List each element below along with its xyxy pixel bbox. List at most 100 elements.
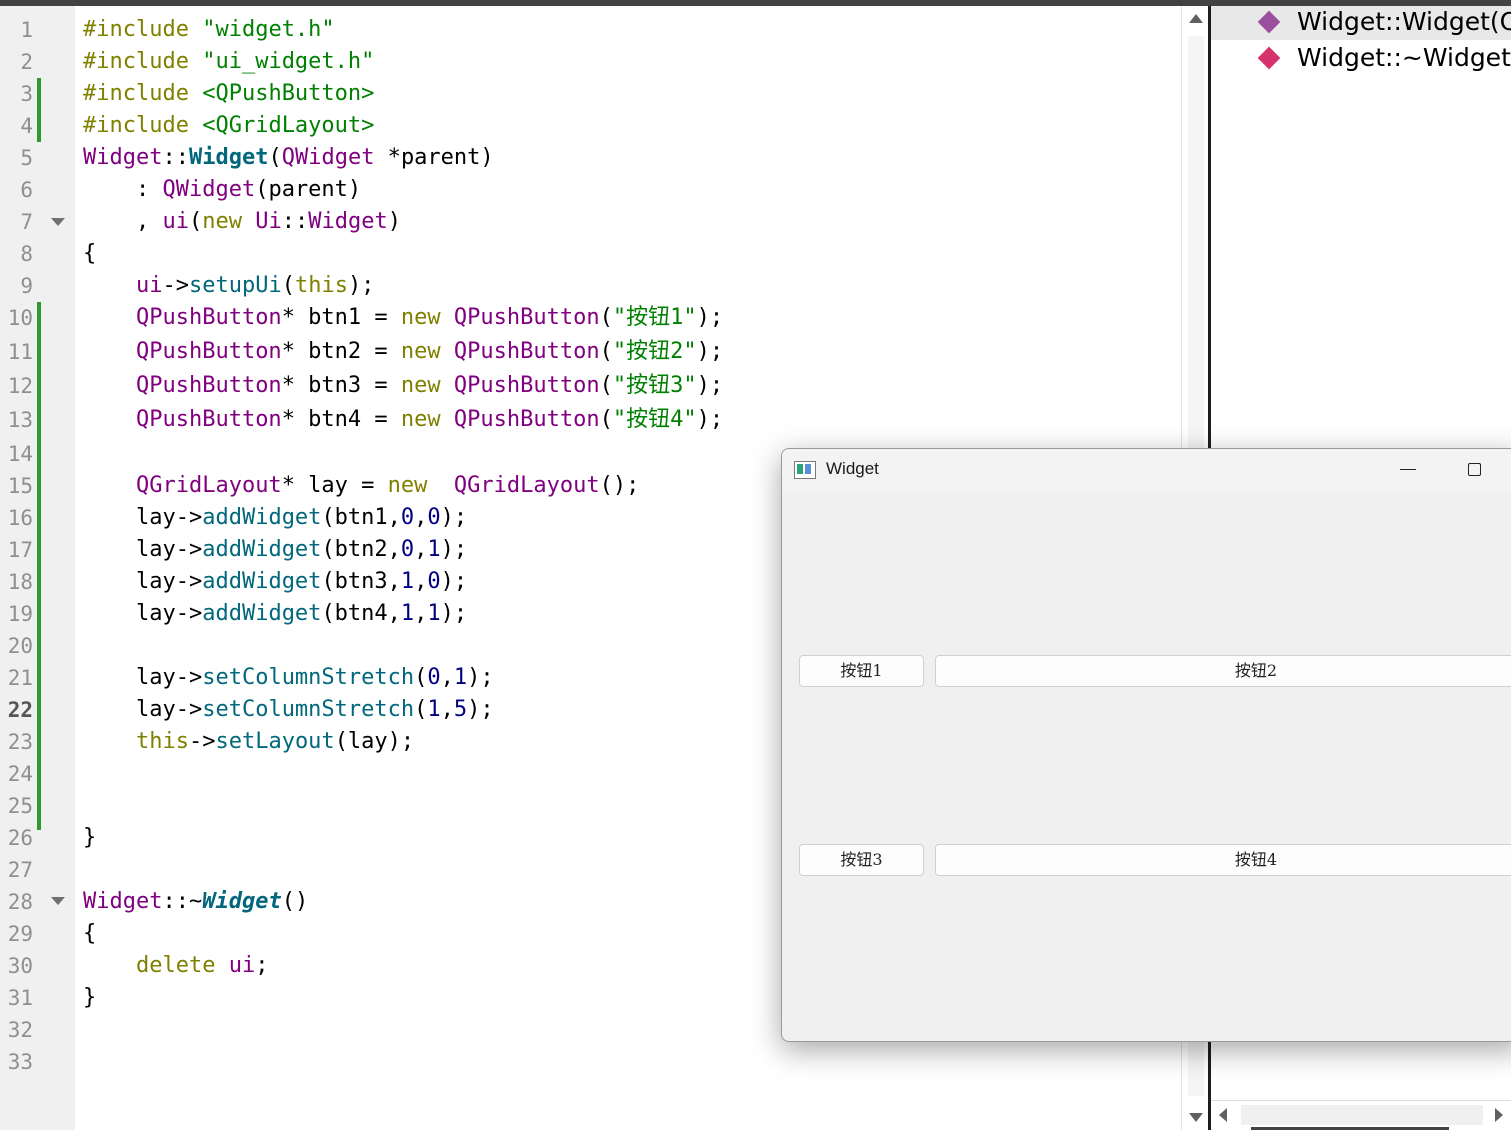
code-token: <QGridLayout> [202,113,375,138]
code-token: ( [599,305,613,330]
code-token: { [83,241,97,266]
code-line[interactable]: lay->setColumnStretch(0,1); [83,662,494,694]
code-line[interactable]: ui->setupUi(this); [83,270,374,302]
code-token: 0 [427,569,441,594]
code-token: ; [255,953,269,978]
code-token: addWidget [202,537,322,562]
code-token: Widget [83,889,163,914]
line-number: 25 [7,794,33,818]
scrollbar-track[interactable] [1241,1105,1483,1125]
code-line[interactable]: QPushButton* btn2 = new QPushButton("按钮2… [83,336,723,368]
code-token: #include [83,81,203,106]
button-2[interactable]: 按钮2 [935,655,1511,687]
code-line[interactable]: lay->addWidget(btn1,0,0); [83,502,467,534]
code-token: setupUi [188,273,282,298]
code-line[interactable]: { [83,918,96,950]
line-number-gutter[interactable]: 1 2 3 4 5 6 7 8 9 10 11 12 13 14 15 16 1… [0,6,75,1130]
code-line[interactable]: delete ui; [83,950,268,982]
code-token: Widget [83,145,163,170]
line-number: 33 [7,1050,33,1074]
minimize-icon[interactable] [1391,457,1427,483]
scroll-left-icon[interactable] [1219,1108,1227,1122]
code-line[interactable]: Widget::~Widget() [83,886,308,918]
outline-item-destructor[interactable]: Widget::~Widget() [1211,42,1511,76]
code-token: QPushButton [135,373,282,398]
code-line[interactable]: #include "ui_widget.h" [83,46,374,78]
code-token: 1 [427,537,441,562]
code-token: lay-> [83,537,203,562]
code-token: this [294,273,348,298]
widget-window[interactable]: Widget 按钮1 按钮2 按钮3 按钮4 [781,448,1511,1042]
code-token: "按钮1" [612,305,697,330]
scroll-down-icon[interactable] [1189,1113,1203,1122]
code-line[interactable]: { [83,238,96,270]
button-3[interactable]: 按钮3 [799,844,924,876]
line-number: 31 [7,986,33,1010]
code-line[interactable]: #include <QGridLayout> [83,110,374,142]
code-token: ); [696,305,724,330]
code-token: ); [467,697,494,722]
code-token: lay-> [83,665,203,690]
code-token: 1 [427,697,441,722]
code-token: , [414,537,428,562]
button-1[interactable]: 按钮1 [799,655,924,687]
code-token: (btn1, [321,505,401,530]
line-number: 28 [7,890,33,914]
code-line[interactable]: } [83,822,96,854]
code-line[interactable]: lay->addWidget(btn2,0,1); [83,534,467,566]
line-number: 23 [7,730,33,754]
code-line[interactable]: lay->setColumnStretch(1,5); [83,694,494,726]
code-line[interactable]: lay->addWidget(btn4,1,1); [83,598,467,630]
scroll-right-icon[interactable] [1495,1108,1503,1122]
code-token: 1 [453,665,468,690]
code-token: ui [228,953,256,978]
line-number: 11 [7,340,33,364]
code-token: Widget [308,209,388,234]
code-token: new [400,339,441,364]
code-token: (btn3, [321,569,401,594]
code-line[interactable]: #include "widget.h" [83,14,335,46]
code-line[interactable]: } [83,982,96,1014]
code-token: ( [414,665,428,690]
button-4[interactable]: 按钮4 [935,844,1511,876]
code-token: Widget [188,145,269,170]
code-token: "按钮3" [612,373,697,398]
code-token: new [400,407,441,432]
window-titlebar[interactable]: Widget [782,449,1511,491]
scroll-up-icon[interactable] [1189,14,1203,23]
code-token: ( [188,209,203,234]
code-token: ); [347,273,375,298]
code-line[interactable]: QGridLayout* lay = new QGridLayout(); [83,470,639,502]
code-token: () [281,889,309,914]
code-line[interactable]: this->setLayout(lay); [83,726,414,758]
line-number: 24 [7,762,33,786]
fold-arrow-icon[interactable] [51,897,65,905]
code-line[interactable]: QPushButton* btn1 = new QPushButton("按钮1… [83,302,723,334]
code-token: QPushButton [453,339,600,364]
code-line[interactable]: #include <QPushButton> [83,78,374,110]
code-token: 1 [400,569,415,594]
maximize-icon[interactable] [1457,457,1493,483]
code-line[interactable]: lay->addWidget(btn3,1,0); [83,566,467,598]
code-token: lay-> [83,569,203,594]
code-line[interactable]: QPushButton* btn3 = new QPushButton("按钮3… [83,370,723,402]
code-line[interactable]: QPushButton* btn4 = new QPushButton("按钮4… [83,404,723,436]
line-number: 9 [20,274,33,298]
outline-item-label: Widget::Widget(QWidget *parent) [1297,7,1511,36]
code-line[interactable]: , ui(new Ui::Widget) [83,206,401,238]
code-line[interactable]: Widget::Widget(QWidget *parent) [83,142,494,174]
fold-arrow-icon[interactable] [51,218,65,226]
outline-item-constructor[interactable]: Widget::Widget(QWidget *parent) [1211,6,1511,40]
code-line[interactable]: : QWidget(parent) [83,174,361,206]
outline-horizontal-scrollbar[interactable] [1211,1100,1511,1131]
code-token: 1 [400,601,415,626]
code-token: setLayout [215,729,335,754]
